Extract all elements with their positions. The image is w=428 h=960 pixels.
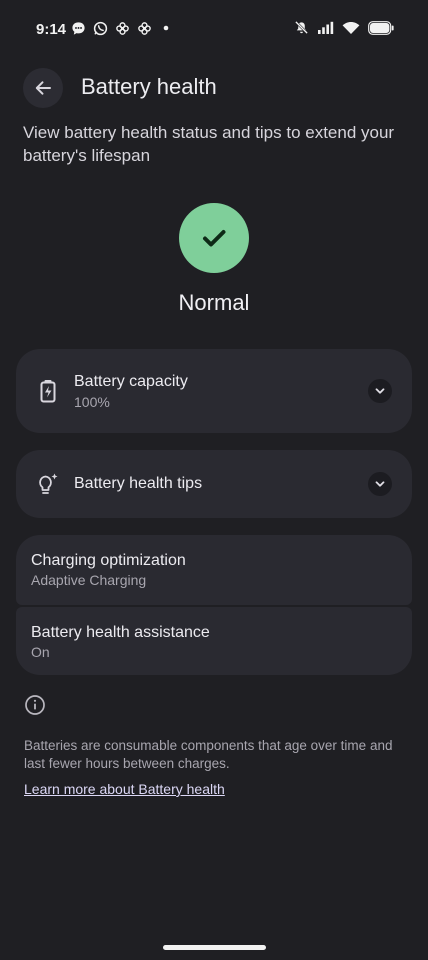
- battery-health-assistance-value: On: [31, 644, 50, 660]
- battery-capacity-value: 100%: [74, 394, 110, 410]
- battery-health-assistance-item[interactable]: Battery health assistance On: [16, 607, 412, 675]
- charging-optimization-item[interactable]: Charging optimization Adaptive Charging: [16, 535, 412, 605]
- battery-health-assistance-title: Battery health assistance: [31, 624, 210, 641]
- charging-optimization-title: Charging optimization: [31, 552, 186, 569]
- arrow-back-icon: [35, 81, 51, 95]
- battery-health-tips-title: Battery health tips: [74, 475, 203, 492]
- pinwheel-icon: [136, 20, 152, 36]
- system-icons: [294, 20, 394, 40]
- message-icon: [70, 20, 86, 36]
- health-status-indicator: [179, 203, 249, 273]
- lightbulb-sparkle-icon: [36, 472, 60, 496]
- health-status-label: Normal: [178, 290, 250, 315]
- chevron-down-icon: [375, 481, 385, 487]
- battery-health-tips-card[interactable]: Battery health tips: [16, 450, 412, 518]
- mute-icon: [294, 20, 309, 40]
- expand-tips-button[interactable]: [368, 472, 392, 496]
- battery-icon: [368, 20, 394, 40]
- wifi-icon: [342, 21, 360, 40]
- status-bar: 9:14: [0, 0, 428, 60]
- battery-capacity-title: Battery capacity: [74, 373, 188, 390]
- status-time: 9:14: [36, 21, 67, 38]
- learn-more-link[interactable]: Learn more about Battery health: [24, 781, 225, 797]
- charging-optimization-value: Adaptive Charging: [31, 572, 147, 588]
- whatsapp-icon: [92, 20, 108, 36]
- expand-capacity-button[interactable]: [368, 379, 392, 403]
- notification-icons: [70, 20, 174, 36]
- page-description: View battery health status and tips to e…: [23, 123, 395, 165]
- page-title: Battery health: [81, 74, 217, 99]
- dot-icon: [158, 20, 174, 36]
- signal-icon: [317, 21, 334, 40]
- pinwheel-icon: [114, 20, 130, 36]
- back-button[interactable]: [23, 68, 63, 108]
- battery-charging-icon: [36, 379, 60, 403]
- info-icon: [25, 695, 45, 715]
- home-indicator[interactable]: [163, 945, 266, 950]
- chevron-down-icon: [375, 388, 385, 394]
- checkmark-icon: [203, 230, 226, 247]
- battery-capacity-card[interactable]: Battery capacity 100%: [16, 349, 412, 433]
- battery-footnote: Batteries are consumable components that…: [24, 738, 393, 771]
